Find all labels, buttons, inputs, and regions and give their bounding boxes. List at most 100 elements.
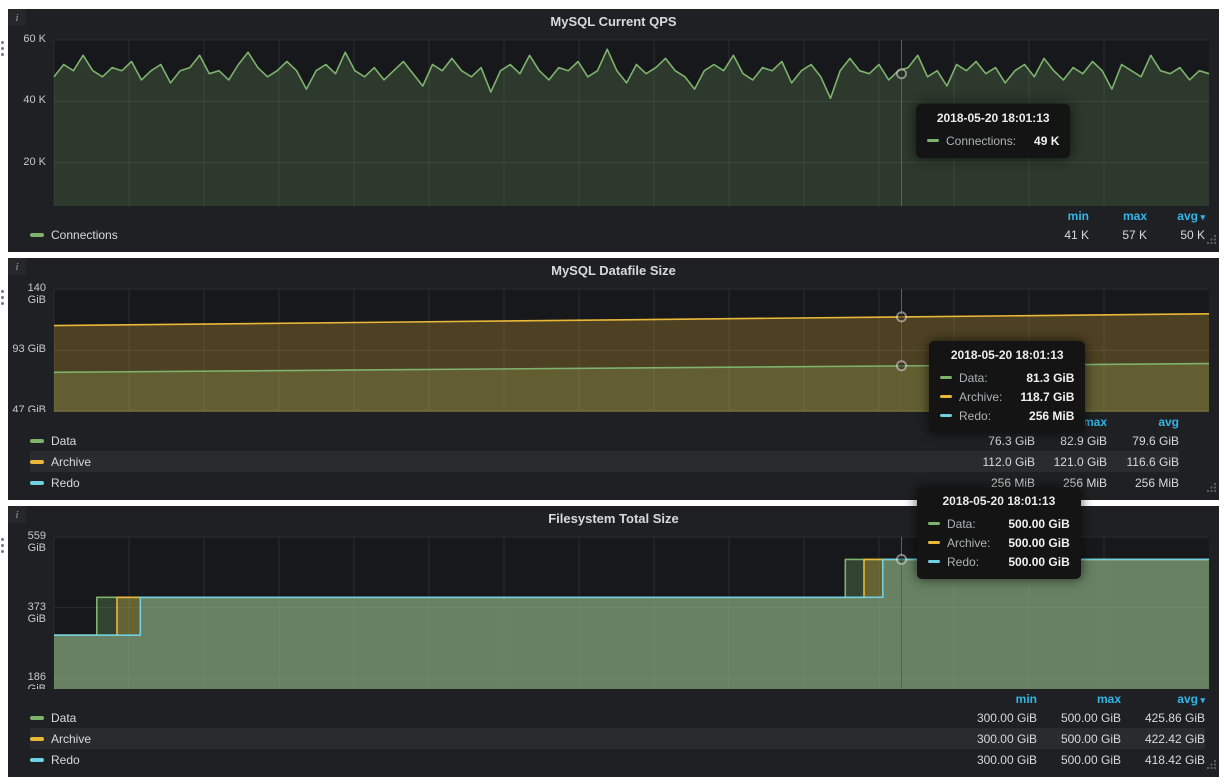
legend-stat-value: 50 K: [1147, 228, 1205, 242]
legend-stat-value: 418.42 GiB: [1121, 753, 1205, 767]
hover-point-marker: [897, 555, 906, 564]
panel-header: i MySQL Current QPS: [8, 9, 1219, 34]
y-axis-label: 559 GiB: [8, 531, 46, 554]
legend-series-toggle[interactable]: Connections: [30, 228, 1031, 242]
series-color-dash-icon: [30, 439, 44, 443]
y-axis-label: 373 GiB: [8, 601, 46, 625]
y-axis-label: 93 GiB: [8, 343, 46, 355]
hover-point-marker: [897, 69, 906, 78]
tooltip-series-name: Redo:: [959, 409, 991, 423]
legend-stat-value: 121.0 GiB: [1035, 455, 1107, 469]
chevron-down-icon: ▾: [1198, 695, 1205, 705]
legend-sort-min[interactable]: min: [1031, 209, 1089, 223]
legend-series-toggle[interactable]: Data: [30, 711, 953, 725]
panel-info-icon[interactable]: i: [8, 258, 26, 275]
legend-row: Redo300.00 GiB500.00 GiB418.42 GiB: [30, 749, 1205, 770]
y-axis-label: 186 GiB: [8, 671, 46, 689]
tooltip-series-row: Archive:500.00 GiB: [928, 533, 1070, 552]
tooltip-series-row: Data: 81.3 GiB: [940, 368, 1074, 387]
tooltip-series-row: Data:500.00 GiB: [928, 514, 1070, 533]
tooltip-series-row: Redo: 256 MiB: [940, 406, 1074, 425]
panel-drag-handle[interactable]: [1, 41, 4, 56]
legend-stat-value: 41 K: [1031, 228, 1089, 242]
legend-stat-value: 422.42 GiB: [1121, 732, 1205, 746]
legend-stat-value: 79.6 GiB: [1107, 434, 1179, 448]
tooltip-series-value: 49 K: [1034, 134, 1059, 148]
panel-title[interactable]: MySQL Datafile Size: [551, 263, 676, 278]
panel-title[interactable]: Filesystem Total Size: [548, 511, 679, 526]
legend-series-toggle[interactable]: Data: [30, 434, 963, 448]
y-axis-label: 140 GiB: [8, 283, 46, 306]
legend-stat-value: 500.00 GiB: [1037, 753, 1121, 767]
panel-info-icon[interactable]: i: [8, 9, 26, 26]
series-color-dash-icon: [30, 758, 44, 762]
legend-row: Data300.00 GiB500.00 GiB425.86 GiB: [30, 707, 1205, 728]
series-color-dash-icon: [30, 481, 44, 485]
series-color-dash-icon: [30, 716, 44, 720]
y-axis-label: 20 K: [8, 156, 46, 168]
panel-info-icon[interactable]: i: [8, 506, 26, 523]
tooltip-mysql-current-qps: 2018-05-20 18:01:13 Connections: 49 K: [916, 104, 1070, 158]
series-color-dash-icon: [940, 376, 952, 379]
legend-mysql-current-qps: minmaxavg ▾Connections41 K57 K50 K: [8, 206, 1219, 252]
tooltip-series-name: Redo:: [947, 555, 979, 569]
tooltip-timestamp: 2018-05-20 18:01:13: [940, 348, 1074, 362]
tooltip-series-name: Connections:: [946, 134, 1016, 148]
panel-drag-handle[interactable]: [1, 290, 4, 305]
tooltip-series-row: Redo: 500.00 GiB: [928, 552, 1070, 571]
y-axis-label: 40 K: [8, 94, 46, 106]
legend-sort-min[interactable]: min: [953, 692, 1037, 706]
panel-title[interactable]: MySQL Current QPS: [550, 14, 676, 29]
legend-stat-value: 116.6 GiB: [1107, 455, 1179, 469]
grafana-dashboard: i MySQL Current QPS 60 K40 K20 K017:5017…: [0, 0, 1224, 784]
legend-stat-value: 300.00 GiB: [953, 711, 1037, 725]
legend-stat-value: 300.00 GiB: [953, 732, 1037, 746]
panel-header: i MySQL Datafile Size: [8, 258, 1219, 283]
series-color-dash-icon: [928, 541, 940, 544]
legend-stat-value: 425.86 GiB: [1121, 711, 1205, 725]
legend-stat-value: 82.9 GiB: [1035, 434, 1107, 448]
panel-resize-handle[interactable]: [1206, 232, 1217, 250]
y-axis-label: 60 K: [8, 34, 46, 45]
panel-resize-handle[interactable]: [1206, 480, 1217, 498]
tooltip-series-name: Data:: [947, 517, 976, 531]
tooltip-mysql-datafile-size: 2018-05-20 18:01:13 Data: 81.3 GiB Archive…: [929, 341, 1085, 433]
legend-header-row: minmaxavg ▾: [30, 690, 1205, 707]
legend-filesystem-total-size: minmaxavg ▾Data300.00 GiB500.00 GiB425.8…: [8, 689, 1219, 777]
chevron-down-icon: ▾: [1198, 212, 1205, 222]
legend-stat-value: 256 MiB: [1107, 476, 1179, 490]
tooltip-timestamp: 2018-05-20 18:01:13: [927, 111, 1059, 125]
tooltip-timestamp: 2018-05-20 18:01:13: [928, 494, 1070, 508]
legend-sort-avg[interactable]: avg ▾: [1147, 209, 1205, 223]
legend-series-toggle[interactable]: Redo: [30, 753, 953, 767]
legend-series-toggle[interactable]: Archive: [30, 455, 963, 469]
hover-point-marker: [897, 312, 906, 321]
legend-series-toggle[interactable]: Archive: [30, 732, 953, 746]
series-color-dash-icon: [30, 737, 44, 741]
tooltip-filesystem-total-size: 2018-05-20 18:01:13 Data:500.00 GiBArchi…: [917, 487, 1081, 579]
tooltip-series-value: 81.3 GiB: [1026, 371, 1074, 385]
tooltip-series-value: 256 MiB: [1029, 409, 1074, 423]
legend-sort-avg[interactable]: avg ▾: [1121, 692, 1205, 706]
panel-drag-handle[interactable]: [1, 538, 4, 553]
series-color-dash-icon: [928, 560, 940, 563]
panel-resize-handle[interactable]: [1206, 757, 1217, 775]
tooltip-series-name: Data:: [959, 371, 988, 385]
legend-stat-value: 500.00 GiB: [1037, 732, 1121, 746]
series-color-dash-icon: [30, 460, 44, 464]
tooltip-series-value: 118.7 GiB: [1020, 390, 1074, 404]
legend-sort-avg[interactable]: avg: [1107, 415, 1179, 429]
tooltip-series-name: Archive:: [959, 390, 1002, 404]
legend-row: Archive300.00 GiB500.00 GiB422.42 GiB: [30, 728, 1205, 749]
y-axis-label: 47 GiB: [8, 404, 46, 412]
legend-sort-max[interactable]: max: [1037, 692, 1121, 706]
series-color-dash-icon: [30, 233, 44, 237]
legend-series-toggle[interactable]: Redo: [30, 476, 963, 490]
legend-stat-value: 76.3 GiB: [963, 434, 1035, 448]
legend-stat-value: 112.0 GiB: [963, 455, 1035, 469]
legend-stat-value: 500.00 GiB: [1037, 711, 1121, 725]
tooltip-series-value: 500.00 GiB: [1008, 555, 1069, 569]
legend-sort-max[interactable]: max: [1089, 209, 1147, 223]
series-color-dash-icon: [928, 522, 940, 525]
legend-stat-value: 300.00 GiB: [953, 753, 1037, 767]
